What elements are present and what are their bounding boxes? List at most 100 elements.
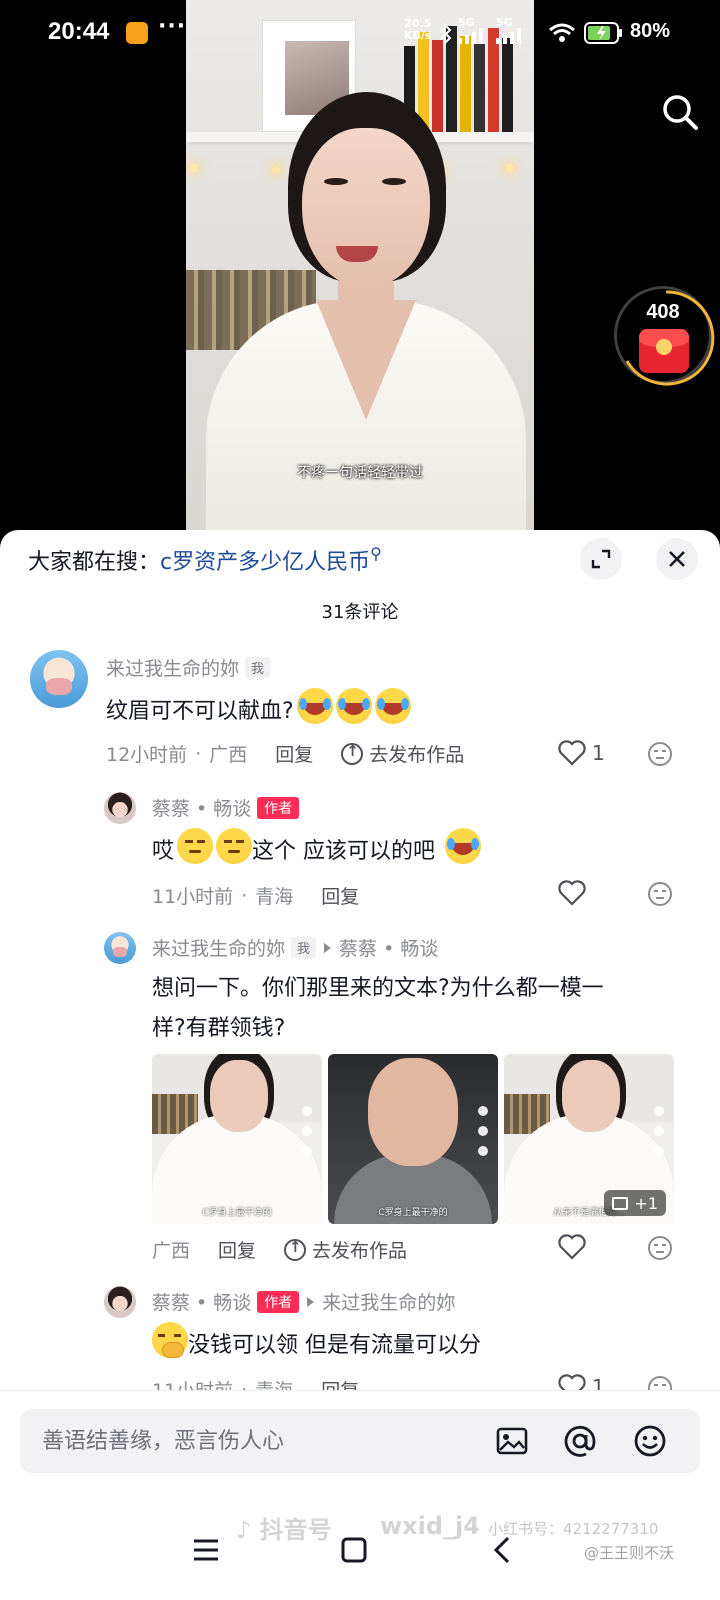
comment-input-container (20, 1409, 700, 1473)
avatar[interactable] (104, 932, 136, 964)
comment-location: 青海 (255, 886, 294, 908)
dislike-face-icon[interactable] (648, 882, 672, 906)
reply-to-arrow-icon (324, 943, 332, 953)
me-tag: 我 (291, 937, 317, 958)
laugh-cry-emoji-icon (335, 688, 372, 724)
comment-input[interactable] (42, 1409, 482, 1473)
more-notifications-icon: ··· (158, 14, 187, 39)
battery-icon (584, 22, 622, 44)
presenter-face (302, 128, 430, 288)
red-packet-count: 408 (646, 301, 680, 323)
comment-image-gallery: C罗身上最干净的 C罗身上最干净的 从来不是满柜的... +1 (152, 1054, 674, 1224)
search-icon (663, 95, 698, 130)
video-subtitle: 不疼一句话轻轻带过 (297, 465, 423, 481)
wxid-watermark: wxid_j4 (380, 1512, 480, 1540)
comment-meta: 广西 回复 去发布作品 (152, 1236, 407, 1263)
avatar[interactable] (104, 1286, 136, 1318)
comment-username[interactable]: 来过我生命的妳我蔡蔡 • 畅谈 (152, 934, 438, 961)
douyin-watermark: ♪ 抖音号 (236, 1516, 332, 1544)
id-watermark: 小红书号：4212277310 (488, 1520, 659, 1538)
author-tag: 作者 (257, 797, 300, 819)
search-small-icon: ⚲ (370, 544, 382, 563)
reply-to-user[interactable]: 来过我生命的妳 (322, 1292, 455, 1314)
system-nav-bar: ♪ 抖音号 wxid_j4 小红书号：4212277310 @王王则不沃 (0, 1500, 720, 1600)
comment-username[interactable]: 蔡蔡 • 畅谈 作者 来过我生命的妳 (152, 1288, 455, 1315)
at-icon[interactable] (562, 1423, 598, 1459)
comment-time: 11小时前 (152, 886, 234, 908)
comment-text: 没钱可以领 但是有流量可以分 (152, 1322, 481, 1367)
video-player[interactable]: 不疼一句话轻轻带过 20:44 ··· 20.5 KB/s 5G 5G 80% … (0, 0, 720, 540)
reply-button[interactable]: 回复 (321, 882, 359, 909)
reply-to-user[interactable]: 蔡蔡 • 畅谈 (339, 938, 438, 960)
signal-1-icon (458, 28, 483, 44)
author-tag: 作者 (257, 1291, 300, 1313)
image-icon[interactable] (494, 1423, 530, 1459)
comment-count: 31条评论 (321, 602, 399, 623)
heart-icon (558, 880, 586, 906)
comment-text: 哎这个 应该可以的吧 (152, 828, 482, 873)
comment-image[interactable]: C罗身上最干净的 (152, 1054, 322, 1224)
status-bar: 20:44 ··· 20.5 KB/s 5G 5G 80% (0, 0, 720, 64)
smug-emoji-icon (177, 828, 214, 864)
dislike-face-icon[interactable] (648, 742, 672, 766)
comment-username[interactable]: 来过我生命的妳我 (106, 654, 271, 681)
emoji-icon[interactable] (632, 1423, 668, 1459)
expand-button[interactable] (580, 538, 622, 580)
expand-icon (591, 549, 611, 569)
signal-2-icon (496, 28, 521, 44)
upload-circle-icon (341, 742, 364, 765)
publish-work-button[interactable]: 去发布作品 (284, 1236, 407, 1263)
avatar[interactable] (104, 792, 136, 824)
hot-search-query[interactable]: c罗资产多少亿人民币 (160, 550, 370, 575)
home-square-icon[interactable] (334, 1530, 374, 1570)
weibo-watermark: @王王则不沃 (584, 1544, 675, 1562)
notification-app-icon (126, 22, 148, 44)
avatar[interactable] (30, 650, 88, 708)
comment-meta: 12小时前 · 广西 回复 去发布作品 (106, 740, 464, 767)
video-search-button[interactable] (660, 92, 700, 132)
close-button[interactable] (656, 538, 698, 580)
hot-search-link[interactable]: 大家都在搜：c罗资产多少亿人民币⚲ (28, 544, 382, 576)
status-time: 20:44 (48, 18, 110, 45)
laugh-cry-emoji-icon (374, 688, 411, 724)
comment-image[interactable]: C罗身上最干净的 (328, 1054, 498, 1224)
like-count: 1 (592, 741, 605, 765)
comment-input-bar (0, 1390, 720, 1500)
more-images-badge[interactable]: +1 (604, 1190, 666, 1216)
close-icon (669, 551, 685, 567)
laugh-cry-emoji-icon (445, 828, 482, 864)
red-packet-widget[interactable]: 408 (614, 286, 715, 386)
comment-text-line-1: 想问一下。你们那里来的文本?为什么都一模一 (152, 976, 604, 1001)
comment-text-line-2: 样?有群领钱? (152, 1016, 286, 1041)
video-frame: 不疼一句话轻轻带过 (186, 0, 534, 540)
like-button[interactable] (558, 880, 586, 906)
comment-username[interactable]: 蔡蔡 • 畅谈 作者 (152, 794, 300, 821)
reply-button[interactable]: 回复 (218, 1236, 256, 1263)
comment-location: 广西 (152, 1240, 191, 1262)
laugh-cry-emoji-icon (296, 688, 333, 724)
hot-search-prefix: 大家都在搜： (28, 550, 161, 575)
battery-percent: 80% (630, 20, 671, 42)
image-icon (612, 1196, 629, 1210)
dislike-face-icon[interactable] (648, 1236, 672, 1260)
reply-to-arrow-icon (307, 1297, 315, 1307)
like-button[interactable]: 1 (558, 740, 605, 766)
publish-work-button[interactable]: 去发布作品 (341, 740, 464, 767)
red-envelope-icon (639, 329, 689, 373)
bluetooth-icon (440, 22, 452, 46)
comment-location: 广西 (209, 744, 248, 766)
comment-time: 12小时前 (106, 744, 188, 766)
reply-button[interactable]: 回复 (275, 740, 313, 767)
upload-circle-icon (284, 1238, 307, 1261)
smug-emoji-icon (216, 828, 253, 864)
hand-over-mouth-emoji-icon (152, 1322, 188, 1358)
menu-icon[interactable] (186, 1530, 226, 1570)
heart-icon (558, 1234, 586, 1260)
comment-image[interactable]: 从来不是满柜的... +1 (504, 1054, 674, 1224)
me-tag: 我 (245, 657, 271, 678)
wifi-icon (549, 23, 575, 42)
net-speed: 20.5 KB/s (404, 17, 432, 42)
like-button[interactable] (558, 1234, 586, 1260)
comment-text: 纹眉可不可以献血? (106, 688, 411, 733)
heart-icon (558, 740, 586, 766)
